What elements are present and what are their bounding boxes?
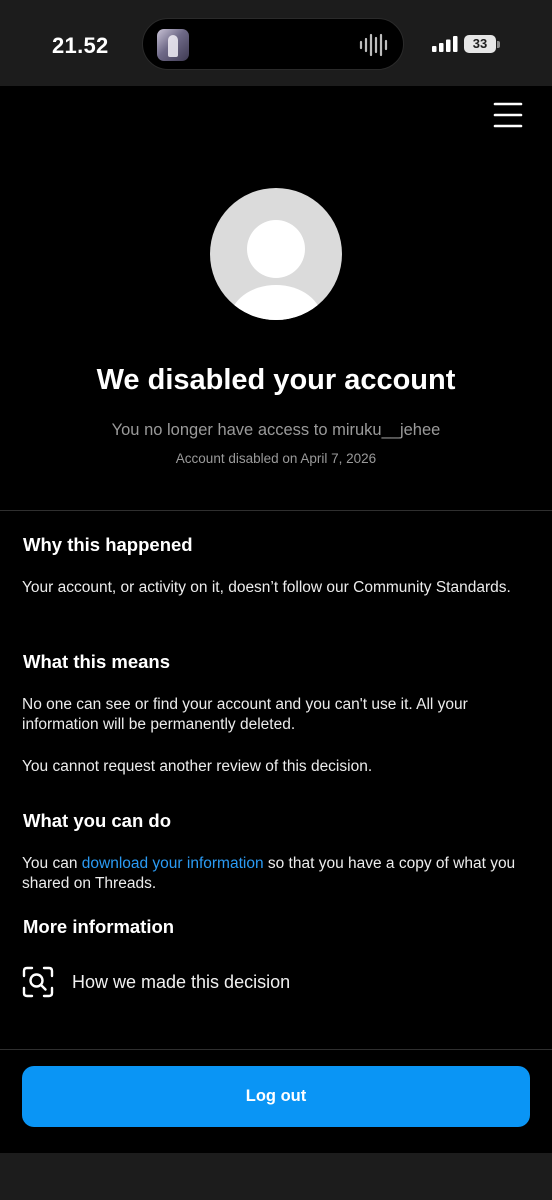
cellular-signal-icon [432,36,458,52]
top-divider [0,510,552,511]
battery-icon: 33 [464,35,496,53]
bottom-divider [0,1049,552,1050]
bottom-bar [0,1153,552,1200]
hamburger-menu-icon[interactable] [492,100,524,130]
review-note: You cannot request another review of thi… [22,758,373,775]
audio-waveform-icon [359,33,388,57]
can-do-heading: What you can do [23,810,171,831]
now-playing-thumbnail [157,29,189,61]
logout-button[interactable]: Log out [22,1066,530,1127]
more-info-heading: More information [23,916,175,937]
dynamic-island[interactable] [142,18,404,70]
means-body: No one can see or find your account and … [22,696,468,733]
means-heading: What this means [23,651,170,672]
can-do-body: You can download your information so tha… [22,854,534,894]
default-avatar-icon [210,188,342,320]
decision-info-row[interactable]: How we made this decision [22,962,532,1002]
status-bar: 21.52 33 [0,0,552,86]
disabled-date: Account disabled on April 7, 2026 [175,451,377,466]
avatar-body [230,285,322,320]
decision-info-label: How we made this decision [72,972,291,992]
battery-cap [497,41,500,48]
page-title: We disabled your account [96,364,456,396]
why-heading: Why this happened [23,534,193,555]
can-do-prefix: You can [22,855,82,872]
magnifier-scan-icon [22,966,54,998]
why-body: Your account, or activity on it, doesn’t… [22,579,511,596]
clock-time: 21.52 [52,33,109,58]
download-info-link[interactable]: download your information [82,855,264,872]
avatar-head [247,220,305,278]
access-subtitle: You no longer have access to miruku__jeh… [111,421,441,439]
